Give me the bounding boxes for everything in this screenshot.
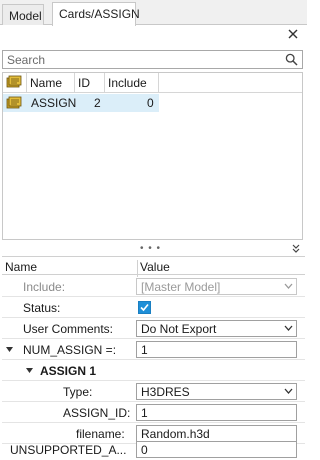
search-input[interactable] [3, 51, 273, 68]
expand-triangle-icon[interactable] [26, 367, 33, 374]
include-value: [Master Model] [141, 280, 221, 294]
assign-id-field[interactable]: 1 [136, 404, 297, 421]
header-icon-column [3, 73, 27, 93]
tab-model[interactable]: Model [2, 4, 44, 25]
num-assign-value: 1 [141, 343, 148, 357]
type-value: H3DRES [141, 385, 190, 399]
entity-browser: Name ID Include ASSIGN 2 0 [2, 72, 303, 240]
grid-header-name: Name [5, 260, 38, 274]
prop-row-user-comments: User Comments: Do Not Export [2, 318, 305, 339]
splitter-grip: • • • [140, 243, 162, 254]
prop-row-assign-id: ASSIGN_ID: 1 [2, 402, 305, 423]
header-include[interactable]: Include [105, 73, 159, 93]
num-assign-field[interactable]: 1 [136, 341, 297, 358]
grid-header-value: Value [137, 260, 305, 277]
assign-id-value: 1 [141, 406, 148, 420]
close-icon[interactable] [286, 27, 300, 41]
header-name[interactable]: Name [27, 73, 75, 93]
row-id: 2 [94, 96, 101, 110]
tree-row-assign[interactable]: ASSIGN 2 0 [3, 94, 159, 112]
expand-triangle-icon[interactable] [6, 346, 13, 353]
type-dropdown[interactable]: H3DRES [136, 383, 297, 400]
user-comments-value: Do Not Export [141, 322, 217, 336]
collapse-chevron-icon[interactable] [291, 244, 301, 254]
prop-row-include: Include: [Master Model] [2, 276, 305, 297]
prop-label-user-comments: User Comments: [23, 322, 114, 336]
row-name: ASSIGN [31, 96, 77, 110]
user-comments-dropdown[interactable]: Do Not Export [136, 320, 297, 337]
prop-row-type: Type: H3DRES [2, 381, 305, 402]
property-grid: Name Value Include: [Master Model] Statu… [0, 256, 307, 460]
panel-splitter[interactable]: • • • [0, 243, 307, 255]
tab-cards-assign[interactable]: Cards/ASSIGN [52, 2, 140, 26]
group-label-assign-1: ASSIGN 1 [40, 364, 97, 378]
unsupported-value: 0 [141, 443, 148, 457]
prop-row-status: Status: [2, 297, 305, 318]
grid-header: Name Value [2, 256, 305, 277]
header-id[interactable]: ID [75, 73, 105, 93]
prop-label-include: Include: [23, 280, 66, 294]
cards-icon [6, 75, 22, 88]
prop-label-assign-id: ASSIGN_ID: [63, 406, 131, 420]
prop-row-assign-group: ASSIGN 1 [2, 360, 305, 381]
prop-row-unsupported: UNSUPPORTED_A... 0 [2, 439, 305, 460]
unsupported-field[interactable]: 0 [136, 441, 297, 458]
prop-label-unsupported: UNSUPPORTED_A... [10, 443, 127, 457]
prop-row-num-assign: NUM_ASSIGN =: 1 [2, 339, 305, 360]
card-icon [6, 96, 22, 109]
include-dropdown[interactable]: [Master Model] [136, 278, 297, 295]
dropdown-arrow-icon [284, 283, 293, 289]
search-box [2, 50, 303, 69]
search-icon[interactable] [285, 53, 298, 66]
tab-bar: Model Cards/ASSIGN [0, 0, 307, 26]
dropdown-arrow-icon [284, 325, 293, 331]
prop-label-num-assign: NUM_ASSIGN =: [23, 343, 117, 357]
status-checkbox[interactable] [138, 301, 151, 314]
tree-header: Name ID Include [3, 73, 302, 93]
checkmark-icon [140, 303, 149, 312]
row-include: 0 [147, 96, 154, 110]
prop-label-type: Type: [63, 385, 93, 399]
dropdown-arrow-icon [284, 388, 293, 394]
prop-label-status: Status: [23, 301, 61, 315]
